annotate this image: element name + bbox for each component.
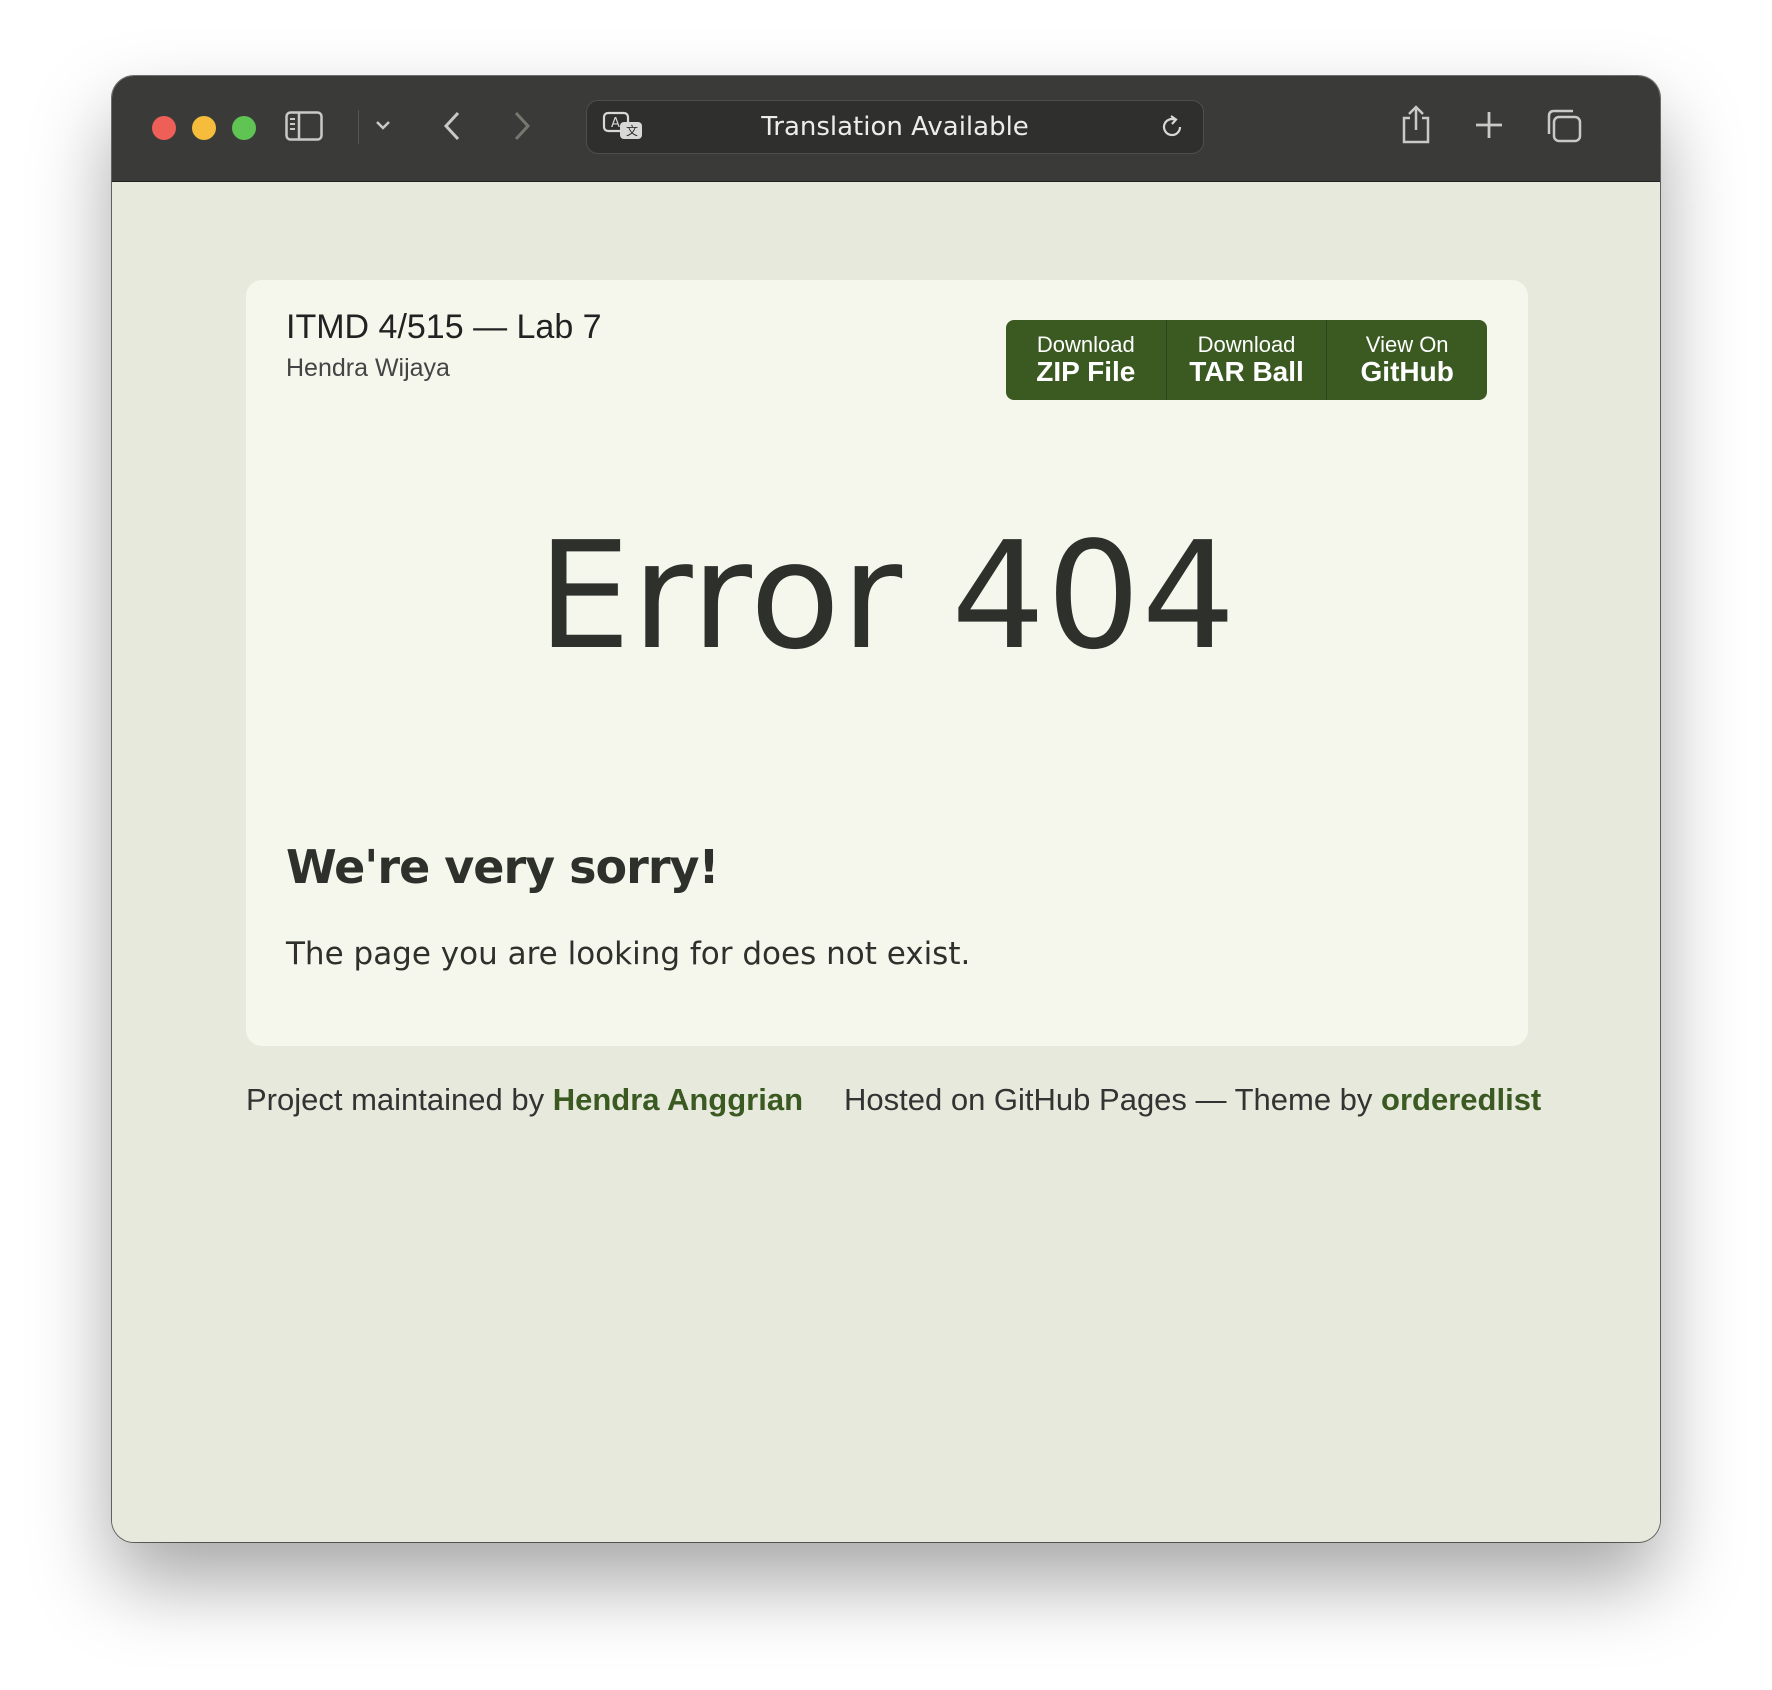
maintainer-link[interactable]: Hendra Anggrian: [553, 1082, 803, 1117]
footer-maintained-text: Project maintained by: [246, 1082, 553, 1117]
browser-toolbar: A 文 Translation Available: [112, 76, 1660, 182]
download-zip-button[interactable]: Download ZIP File: [1006, 320, 1167, 400]
github-label-big: GitHub: [1360, 356, 1454, 387]
download-buttons: Download ZIP File Download TAR Ball View…: [1006, 320, 1487, 400]
sorry-heading: We're very sorry!: [286, 840, 719, 894]
github-label-small: View On: [1365, 332, 1449, 357]
chevron-left-icon[interactable]: [434, 106, 470, 146]
toolbar-divider: [358, 110, 359, 144]
site-author: Hendra Wijaya: [286, 354, 450, 382]
view-on-github-button[interactable]: View On GitHub: [1327, 320, 1487, 400]
error-heading: Error 404: [537, 510, 1237, 682]
sidebar-icon[interactable]: [284, 106, 324, 146]
error-message: The page you are looking for does not ex…: [286, 936, 971, 972]
close-window-button[interactable]: [152, 116, 176, 140]
plus-icon[interactable]: [1472, 108, 1506, 142]
tabs-overview-icon[interactable]: [1544, 106, 1584, 146]
theme-author-link[interactable]: orderedlist: [1381, 1082, 1541, 1117]
zoom-window-button[interactable]: [232, 116, 256, 140]
download-zip-label-big: ZIP File: [1036, 356, 1136, 387]
page-content: ITMD 4/515 — Lab 7 Hendra Wijaya Downloa…: [112, 182, 1660, 1542]
chevron-down-icon[interactable]: [370, 112, 396, 138]
address-bar[interactable]: A 文 Translation Available: [586, 100, 1204, 154]
site-title: ITMD 4/515 — Lab 7: [286, 308, 602, 346]
download-tar-label-big: TAR Ball: [1189, 356, 1304, 387]
footer-hosted: Hosted on GitHub Pages — Theme by ordere…: [844, 1082, 1541, 1118]
browser-window: A 文 Translation Available ITMD 4/515 — L…: [112, 76, 1660, 1542]
footer-maintained: Project maintained by Hendra Anggrian: [246, 1082, 803, 1118]
minimize-window-button[interactable]: [192, 116, 216, 140]
download-zip-label-small: Download: [1036, 332, 1135, 357]
download-tar-label-small: Download: [1197, 332, 1296, 357]
reload-icon[interactable]: [1157, 112, 1187, 142]
main-card: ITMD 4/515 — Lab 7 Hendra Wijaya Downloa…: [246, 280, 1528, 1046]
download-tar-button[interactable]: Download TAR Ball: [1167, 320, 1328, 400]
share-icon[interactable]: [1398, 102, 1434, 146]
address-text: Translation Available: [761, 112, 1029, 142]
chevron-right-icon[interactable]: [504, 106, 540, 146]
footer-hosted-text: Hosted on GitHub Pages — Theme by: [844, 1082, 1382, 1117]
